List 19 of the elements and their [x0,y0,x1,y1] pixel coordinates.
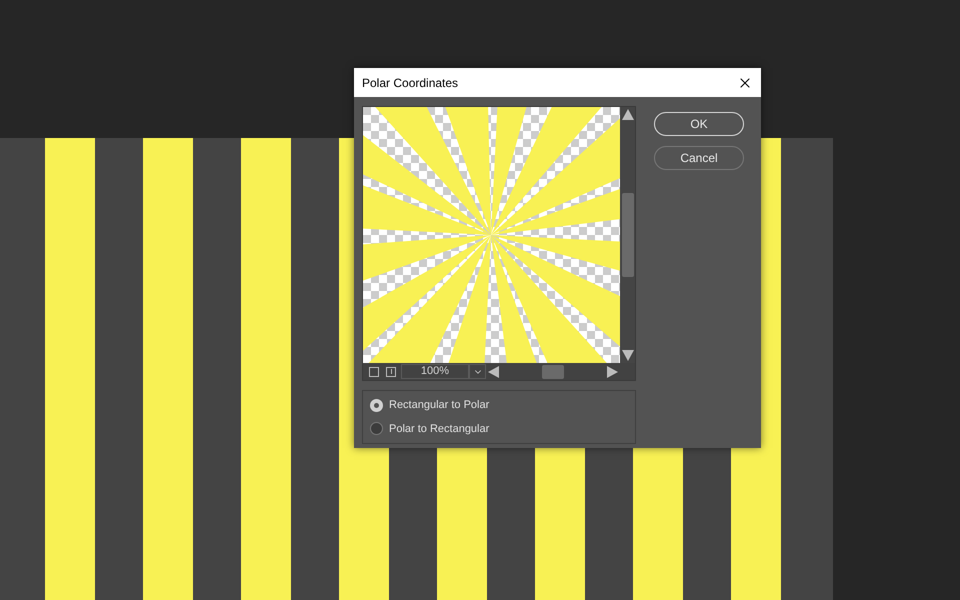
scroll-thumb[interactable] [542,364,564,378]
horizontal-scrollbar[interactable] [486,364,620,378]
window-title: Polar Coordinates [362,74,458,92]
scroll-thumb[interactable] [622,193,634,277]
zoom-dropdown-button[interactable] [469,364,486,379]
zoom-out-button[interactable] [369,366,379,376]
radio-option[interactable]: Rectangular to Polar [370,397,628,414]
radio-button[interactable] [370,422,383,436]
dialog-button[interactable]: OK [654,112,744,136]
zoom-in-button[interactable] [386,366,396,376]
radio-button[interactable] [370,398,383,412]
radio-option[interactable]: Polar to Rectangular [370,420,628,437]
left-arrow-icon[interactable] [488,366,499,378]
vertical-scrollbar[interactable] [620,107,635,363]
dialog-button[interactable]: Cancel [654,146,744,170]
up-arrow-icon[interactable] [622,109,634,120]
down-arrow-icon[interactable] [622,350,634,361]
zoom-field[interactable]: 100% [401,364,469,379]
right-arrow-icon[interactable] [607,366,618,378]
